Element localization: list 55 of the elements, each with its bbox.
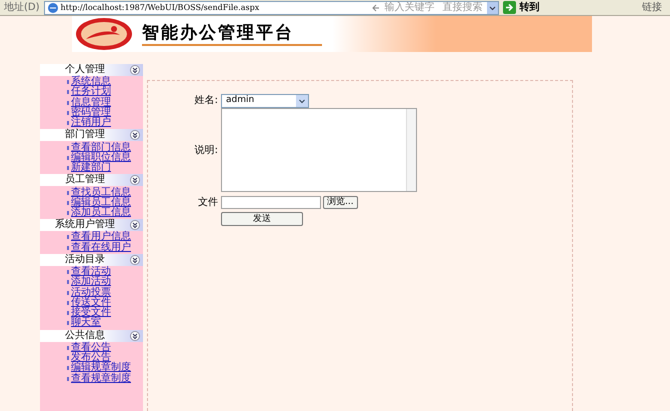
sidebar-link[interactable]: 注销用户 (71, 118, 111, 128)
sidebar-link[interactable]: 接受文件 (71, 308, 111, 318)
sidebar-link[interactable]: 系统信息 (71, 77, 111, 88)
browse-button[interactable]: 浏览... (323, 196, 358, 209)
section-header[interactable]: 个人管理 (40, 64, 143, 76)
name-label: 姓名: (194, 94, 218, 108)
collapse-chevron-icon[interactable] (130, 330, 140, 341)
sidebar-link[interactable]: 活动投票 (71, 288, 111, 298)
go-arrow-icon[interactable] (502, 1, 516, 14)
sidebar-link[interactable]: 查看用户信息 (71, 232, 131, 242)
collapse-chevron-icon[interactable] (130, 220, 140, 230)
description-textarea[interactable] (221, 108, 417, 192)
sidebar-link[interactable]: 信息管理 (71, 98, 111, 108)
sidebar-link[interactable]: 传送文件 (71, 298, 111, 308)
sidebar-link[interactable]: 添加员工信息 (71, 208, 131, 218)
sidebar-link[interactable]: 任务计划 (71, 87, 111, 98)
section-header[interactable]: 员工管理 (40, 174, 143, 186)
description-label: 说明: (194, 144, 218, 158)
collapse-chevron-icon[interactable] (130, 175, 140, 186)
collapse-chevron-icon[interactable] (130, 65, 140, 75)
sidebar-link[interactable]: 编辑员工信息 (71, 198, 131, 208)
sidebar-link[interactable]: 查看活动 (71, 267, 111, 277)
section-header[interactable]: 部门管理 (40, 129, 143, 142)
sidebar-link[interactable]: 查看规章制度 (71, 374, 131, 384)
dropdown-icon[interactable] (486, 2, 498, 14)
search-placeholder: 输入关键字 (384, 0, 436, 15)
banner-title: 智能办公管理平台 (142, 22, 295, 42)
sidebar-link[interactable]: 聊天室 (71, 318, 101, 328)
sidebar-link[interactable]: 编辑规章制度 (71, 363, 131, 374)
file-label: 文件 (197, 196, 218, 210)
name-select[interactable]: admin (221, 94, 309, 108)
sidebar-link[interactable]: 查看部门信息 (71, 142, 131, 153)
links-button[interactable]: 链接 (634, 0, 670, 15)
sidebar-link[interactable]: 编辑职位信息 (71, 152, 131, 163)
sidebar-link[interactable]: 新建部门 (71, 163, 111, 174)
sidebar-link[interactable]: 查找员工信息 (71, 188, 131, 198)
dropdown-icon[interactable] (296, 94, 308, 106)
send-button[interactable]: 发送 (221, 212, 303, 226)
file-field[interactable] (221, 196, 321, 209)
scrollbar[interactable] (406, 109, 416, 191)
logo-icon (74, 17, 134, 51)
go-button[interactable]: 转到 (516, 0, 544, 15)
section-header[interactable]: 公共信息 (40, 330, 143, 342)
sidebar-link[interactable]: 查看在线用户 (71, 242, 131, 253)
sidebar-link[interactable]: 发布公告 (71, 353, 111, 364)
section-header[interactable]: 活动目录 (40, 254, 143, 266)
section-header[interactable]: 系统用户管理 (40, 219, 143, 232)
sidebar-link[interactable]: 查看公告 (71, 342, 111, 353)
sidebar-link[interactable]: 添加活动 (71, 277, 111, 288)
collapse-chevron-icon[interactable] (130, 254, 140, 265)
collapse-chevron-icon[interactable] (130, 130, 140, 140)
back-arrow-icon[interactable] (370, 2, 381, 12)
address-field[interactable]: http://localhost:1987/WebUI/BOSS/sendFile.aspx 输入关键字 直接搜索 (44, 0, 499, 14)
address-label: 地址(D) (3, 0, 41, 15)
sidebar-link[interactable]: 密码管理 (71, 108, 111, 118)
